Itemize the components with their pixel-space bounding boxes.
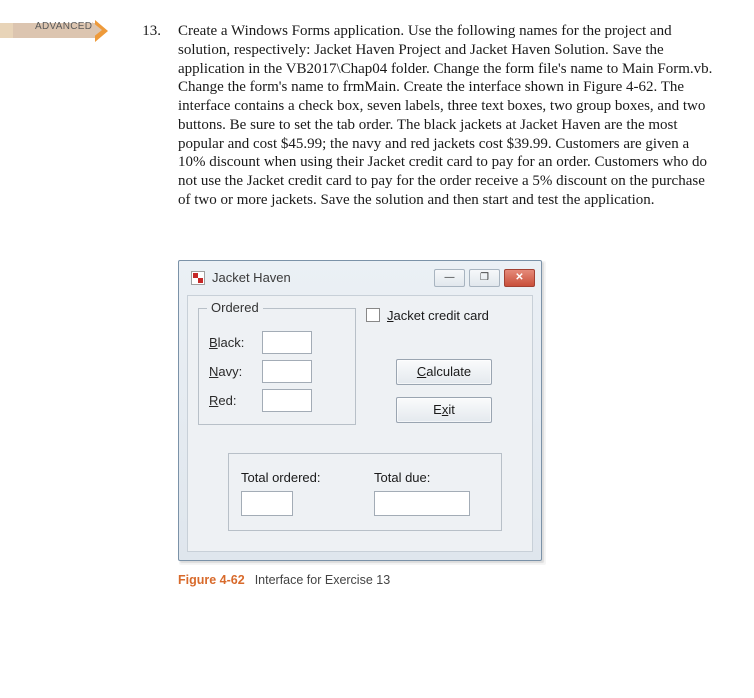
form-client-area: Ordered Black: Navy: Red: [187, 295, 533, 552]
total-due-label: Total due: [374, 470, 470, 485]
black-label: Black: [209, 335, 254, 350]
figure-number: Figure 4-62 [178, 573, 245, 587]
close-button[interactable]: ✕ [504, 269, 535, 287]
minimize-button[interactable]: — [434, 269, 465, 287]
app-window: Jacket Haven — ❐ ✕ Ordered Black: Navy: [178, 260, 542, 561]
navy-label: Navy: [209, 364, 254, 379]
window-title: Jacket Haven [212, 270, 434, 285]
credit-card-checkbox[interactable] [366, 308, 380, 322]
app-icon [191, 271, 205, 285]
total-ordered-output [241, 491, 293, 516]
exercise-number: 13. [132, 22, 178, 41]
red-label: Red: [209, 393, 254, 408]
totals-groupbox: Total ordered: Total due: [228, 453, 502, 531]
maximize-button[interactable]: ❐ [469, 269, 500, 287]
ordered-legend: Ordered [207, 300, 263, 315]
black-textbox[interactable] [262, 331, 312, 354]
navy-textbox[interactable] [262, 360, 312, 383]
exercise-text: Create a Windows Forms application. Use … [178, 22, 754, 210]
figure-caption: Figure 4-62 Interface for Exercise 13 [178, 573, 542, 587]
total-ordered-label: Total ordered: [241, 470, 366, 485]
difficulty-label: ADVANCED [35, 21, 92, 32]
credit-card-label: Jacket credit card [387, 308, 489, 323]
titlebar: Jacket Haven — ❐ ✕ [179, 261, 541, 295]
total-due-output [374, 491, 470, 516]
exercise-row: ADVANCED 13. Create a Windows Forms appl… [0, 0, 754, 210]
exit-button[interactable]: Exit [396, 397, 492, 423]
difficulty-badge: ADVANCED [0, 22, 132, 40]
figure-title: Interface for Exercise 13 [255, 573, 390, 587]
figure: Jacket Haven — ❐ ✕ Ordered Black: Navy: [178, 260, 542, 587]
calculate-button[interactable]: Calculate [396, 359, 492, 385]
ordered-groupbox: Ordered Black: Navy: Red: [198, 308, 356, 425]
red-textbox[interactable] [262, 389, 312, 412]
